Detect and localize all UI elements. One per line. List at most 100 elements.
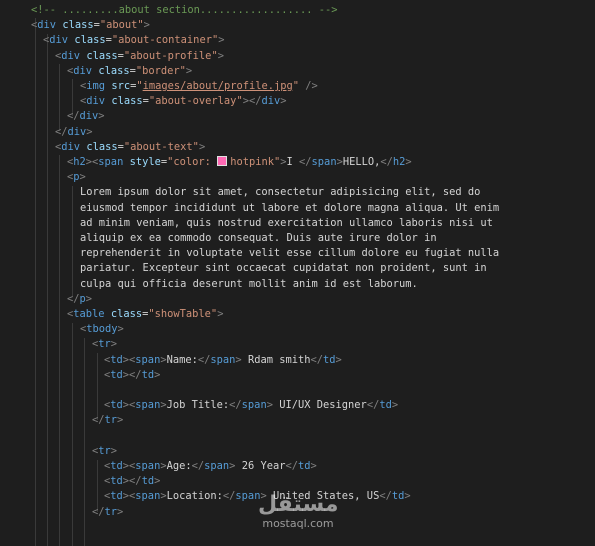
token-attribute-name: class [111,95,143,108]
token-punctuation: ></ [242,95,262,108]
token-tag-name: span [210,353,236,366]
token-punctuation: > [110,338,118,351]
token-tag-name: div [37,19,57,32]
token-text-content: Age: [166,460,192,472]
token-comment: <!-- .........about section.............… [31,4,338,16]
code-line: </tr> [92,413,123,428]
token-attribute-name: class [62,19,94,32]
token-punctuation: </ [229,399,242,412]
token-punctuation: </ [299,156,312,168]
code-line: <img src="images/about/profile.jpg" /> [80,79,318,94]
token-punctuation: </ [285,460,298,472]
code-editor[interactable]: <!-- .........about section.............… [0,0,595,546]
code-line: aliquip ex ea commodo consequat. Duis au… [80,231,437,246]
code-line: <tr> [92,444,117,459]
token-tag-name: td [141,368,155,381]
code-line: </p> [67,292,92,307]
token-punctuation: >< [122,490,136,503]
token-punctuation: > [217,49,224,62]
token-punctuation: > [143,19,150,32]
token-tag-name: span [235,490,261,503]
token-punctuation: > [335,353,342,366]
token-punctuation: > [79,171,86,184]
code-line: eiusmod tempor incididunt ut labore et d… [80,201,499,216]
token-punctuation: > [154,475,161,488]
token-tag-name: div [61,49,81,62]
token-punctuation: </ [222,490,236,503]
token-attribute-name: class [110,308,143,320]
token-tag-name: tr [104,505,118,518]
token-punctuation: /> [305,80,318,92]
token-punctuation: </ [92,414,105,427]
indent-guide [59,155,60,546]
token-punctuation: </ [310,353,324,366]
token-punctuation: > [310,460,317,472]
token-punctuation: >< [122,353,136,366]
token-punctuation: </ [55,125,68,138]
token-text-content: Job Title: [166,399,230,412]
code-line: Lorem ipsum dolor sit amet, consectetur … [80,185,480,200]
token-tag-name: td [110,368,123,381]
token-attribute-name: class [86,49,118,62]
code-line: <div class="about-text"> [55,140,205,155]
code-line: <div class="about"> [31,18,150,33]
token-attribute-name: src [111,80,131,92]
token-text-content: Name: [166,353,198,366]
token-attribute-value: "color: [167,156,218,168]
token-text-content: Location: [166,490,223,503]
indent-guide [84,338,85,546]
code-line: <!-- .........about section.............… [31,3,338,18]
token-text-content: HELLO, [342,156,381,168]
token-attribute-value: images/about/profile.jpg [142,80,293,92]
code-line: </tr> [92,505,123,520]
token-attribute-value: hotpink [230,156,274,168]
token-punctuation: > [404,490,411,503]
token-punctuation: > [86,125,93,138]
token-tag-name: table [73,308,105,320]
code-line: ad minim veniam, quis nostrud exercitati… [80,216,493,231]
token-attribute-value: "about" [99,19,144,32]
token-punctuation: > [405,156,412,168]
token-tag-name: div [261,95,281,108]
code-line: <td><span>Age:</span> 26 Year</td> [104,459,317,474]
code-line: pariatur. Excepteur sint occaecat cupida… [80,261,487,276]
token-tag-name: span [204,460,230,472]
token-punctuation: >< [122,460,136,472]
token-tag-name: span [311,156,337,168]
indent-guide [35,18,36,546]
token-text-content: culpa qui officia deserunt mollit anim i… [80,277,418,290]
token-tag-name: td [110,475,123,488]
code-line: culpa qui officia deserunt mollit anim i… [80,277,418,292]
token-tag-name: h2 [73,156,86,168]
token-tag-name: tr [98,338,111,351]
token-tag-name: h2 [392,156,406,168]
code-line: <h2><span style="color: hotpink">I </spa… [67,155,412,170]
token-attribute-value: "showTable" [148,308,218,320]
watermark-url: mostaql.com [262,517,334,530]
token-punctuation: >< [85,156,99,168]
indent-guide [72,323,73,546]
token-punctuation: >< [122,399,136,412]
token-punctuation: > [117,323,124,336]
token-punctuation: ></ [122,368,142,381]
color-swatch-icon[interactable] [217,156,228,166]
token-punctuation: </ [191,460,205,472]
code-line: </div> [55,125,93,140]
token-tag-name: tbody [86,323,118,336]
token-attribute-value: "about-profile" [123,49,218,62]
token-punctuation: > [280,95,287,108]
token-text-content: aliquip ex ea commodo consequat. Duis au… [80,232,437,244]
token-text-content: pariatur. Excepteur sint occaecat cupida… [80,262,487,275]
token-tag-name: td [141,475,155,488]
code-line: <td></td> [104,368,160,383]
token-tag-name: td [110,490,123,503]
token-punctuation: > [391,399,399,412]
token-tag-name: tr [98,444,111,457]
token-tag-name: span [135,399,161,412]
token-punctuation: </ [67,110,80,123]
token-text-content: ad minim veniam, quis nostrud exercitati… [80,216,493,229]
token-text-content: eiusmod tempor incididunt ut labore et d… [80,201,500,214]
token-text-content: Rdam smith [241,353,311,366]
token-tag-name: div [73,64,93,77]
token-punctuation: </ [197,353,211,366]
